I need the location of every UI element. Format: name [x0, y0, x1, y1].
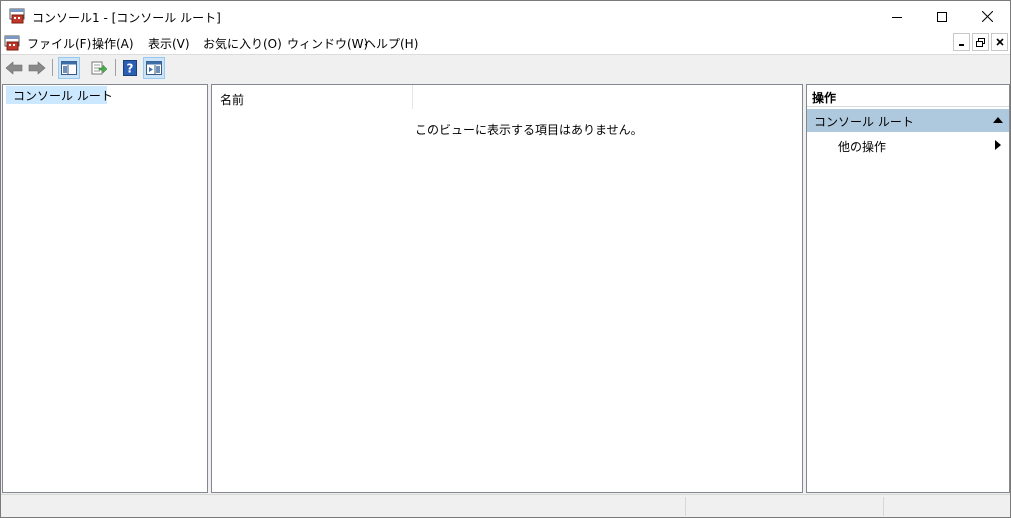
maximize-button[interactable]	[919, 1, 965, 32]
actions-pane: 操作 コンソール ルート 他の操作	[806, 84, 1010, 493]
menu-file[interactable]: ファイル(F)	[25, 35, 93, 52]
results-pane[interactable]: 名前 このビューに表示する項目はありません。	[211, 84, 803, 493]
menu-action[interactable]: 操作(A)	[90, 35, 136, 52]
column-header-name[interactable]: 名前	[212, 85, 413, 109]
toolbar: ?	[1, 54, 1010, 79]
export-list-icon[interactable]	[88, 57, 110, 79]
status-segment	[685, 497, 883, 516]
tree-item-console-root[interactable]: コンソール ルート	[6, 86, 113, 104]
actions-header-label: 操作	[812, 91, 837, 105]
forward-arrow-icon[interactable]	[26, 57, 48, 79]
menu-window[interactable]: ウィンドウ(W)	[285, 35, 370, 52]
show-hide-console-tree-icon[interactable]	[58, 57, 80, 79]
actions-section-console-root[interactable]: コンソール ルート	[807, 109, 1009, 132]
child-restore-button[interactable]	[972, 33, 989, 51]
submenu-arrow-icon	[995, 140, 1001, 150]
window-title: コンソール1 - [コンソール ルート]	[32, 11, 221, 25]
child-close-button[interactable]	[991, 33, 1008, 51]
toolbar-separator	[52, 59, 53, 76]
minimize-button[interactable]	[874, 1, 920, 32]
collapse-up-icon[interactable]	[993, 117, 1003, 123]
title-bar[interactable]: コンソール1 - [コンソール ルート]	[1, 1, 1010, 32]
menu-help[interactable]: ヘルプ(H)	[362, 35, 420, 52]
actions-section-label: コンソール ルート	[814, 115, 914, 129]
menu-favorites[interactable]: お気に入り(O)	[201, 35, 284, 52]
status-bar	[1, 494, 1010, 517]
help-icon[interactable]: ?	[119, 57, 141, 79]
back-arrow-icon[interactable]	[3, 57, 25, 79]
child-minimize-button[interactable]	[953, 33, 970, 51]
mmc-window: コンソール1 - [コンソール ルート] ファイル(F) 操作(A) 表示(V)…	[0, 0, 1011, 518]
actions-header: 操作	[807, 85, 1009, 107]
menu-view[interactable]: 表示(V)	[146, 35, 192, 52]
mmc-app-icon	[9, 8, 25, 24]
svg-text:?: ?	[127, 62, 134, 76]
show-hide-action-pane-icon[interactable]	[143, 57, 165, 79]
status-segment	[883, 497, 1009, 516]
document-system-menu-icon[interactable]	[4, 35, 20, 51]
empty-view-message: このビューに表示する項目はありません。	[415, 123, 643, 137]
console-tree-pane[interactable]: コンソール ルート	[2, 84, 208, 493]
close-button[interactable]	[964, 1, 1010, 32]
toolbar-separator	[115, 59, 116, 76]
column-header-label: 名前	[220, 93, 245, 107]
tree-item-label: コンソール ルート	[13, 88, 113, 103]
action-more-actions[interactable]: 他の操作	[838, 138, 886, 155]
menu-bar: ファイル(F) 操作(A) 表示(V) お気に入り(O) ウィンドウ(W) ヘル…	[1, 32, 1010, 54]
